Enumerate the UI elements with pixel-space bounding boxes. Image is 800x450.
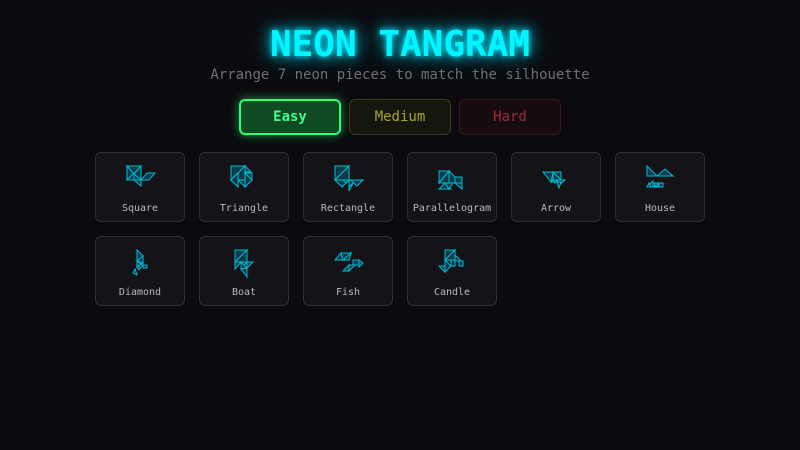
puzzle-card-rectangle[interactable]: Rectangle	[303, 152, 393, 222]
puzzle-label: Square	[121, 203, 159, 214]
puzzle-card-arrow[interactable]: Arrow	[511, 152, 601, 222]
difficulty-selector: Easy Medium Hard	[239, 99, 561, 135]
arrow-silhouette-icon	[541, 170, 567, 190]
puzzle-label: Arrow	[540, 203, 572, 214]
difficulty-medium-button[interactable]: Medium	[349, 99, 451, 135]
game-subtitle: Arrange 7 neon pieces to match the silho…	[210, 67, 590, 83]
triangle-silhouette-icon	[229, 164, 253, 189]
puzzle-label: House	[644, 203, 676, 214]
difficulty-easy-button[interactable]: Easy	[239, 99, 341, 135]
puzzle-label: Candle	[433, 287, 471, 298]
puzzle-label: Fish	[335, 287, 361, 298]
game-screen: NEON TANGRAM Arrange 7 neon pieces to ma…	[0, 0, 800, 450]
parallelogram-silhouette-icon	[437, 169, 463, 191]
puzzle-label: Diamond	[118, 287, 162, 298]
puzzle-label: Boat	[231, 287, 257, 298]
game-title: NEON TANGRAM	[269, 24, 531, 65]
puzzle-card-boat[interactable]: Boat	[199, 236, 289, 306]
diamond-silhouette-icon	[132, 248, 148, 276]
boat-silhouette-icon	[233, 248, 255, 279]
fish-silhouette-icon	[333, 251, 364, 273]
puzzle-card-fish[interactable]: Fish	[303, 236, 393, 306]
puzzle-label: Triangle	[219, 203, 269, 214]
difficulty-hard-button[interactable]: Hard	[459, 99, 561, 135]
house-silhouette-icon	[645, 164, 675, 189]
puzzle-label: Parallelogram	[412, 203, 492, 214]
puzzle-card-parallelogram[interactable]: Parallelogram	[407, 152, 497, 222]
puzzle-card-candle[interactable]: Candle	[407, 236, 497, 306]
puzzle-card-square[interactable]: Square	[95, 152, 185, 222]
puzzle-card-house[interactable]: House	[615, 152, 705, 222]
puzzle-card-diamond[interactable]: Diamond	[95, 236, 185, 306]
square-silhouette-icon	[125, 164, 157, 188]
puzzle-card-triangle[interactable]: Triangle	[199, 152, 289, 222]
candle-silhouette-icon	[437, 248, 464, 274]
rectangle-silhouette-icon	[333, 164, 365, 192]
puzzle-label: Rectangle	[320, 203, 376, 214]
